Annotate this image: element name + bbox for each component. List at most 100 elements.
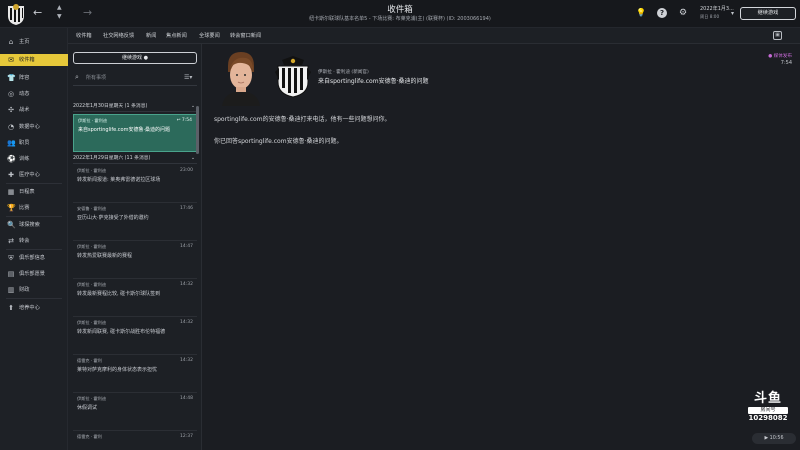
room-label: 房间号 [748, 407, 788, 414]
message-time: 23:00 [180, 168, 193, 173]
search-input[interactable] [86, 73, 176, 83]
sidebar-divider [6, 183, 62, 184]
sidebar-item-data-hub[interactable]: ◔ 数据中心 [0, 121, 68, 133]
list-item[interactable]: 伊斯拉 · 霍利迪 14:32 转发最新赛程比较, 碰卡斯尔球队签到 [73, 279, 197, 317]
home-icon: ⌂ [8, 38, 14, 46]
sidebar-item-medical[interactable]: ✚ 医疗中心 [0, 169, 68, 181]
message-time: 14:32 [180, 282, 193, 287]
sidebar-item-inbox[interactable]: ✉ 收件箱 [0, 54, 68, 66]
sidebar-item-transfers[interactable]: ⇄ 转会 [0, 235, 68, 247]
list-item[interactable]: 安德鲁 · 霍利迪 17:46 亚历山大·萨克接受了外借的邀约 [73, 203, 197, 241]
message-time: 12:37 [180, 434, 193, 439]
sidebar-item-label: 俱乐部愿景 [19, 271, 45, 277]
sidebar-item-label: 财政 [19, 287, 30, 293]
list-item[interactable]: 德雷克 · 霍利 12:37 [73, 431, 197, 450]
message-subject: 莱特对萨克摩利的身体状态表示担忧 [77, 367, 158, 373]
schedule-icon: ▦ [7, 188, 15, 196]
list-item[interactable]: 伊斯拉 · 霍利迪 14:47 转发热爱联赛最新的赛程 [73, 241, 197, 279]
sidebar-item-scouting[interactable]: 🔍 球探搜索 [0, 219, 68, 231]
time-text: 周日 8:00 [700, 14, 720, 19]
transfers-icon: ⇄ [8, 237, 14, 245]
medical-icon: ✚ [8, 171, 14, 179]
date-group-header[interactable]: 2022年1月29日星期六 (11 条消息) ⌄ [73, 154, 197, 164]
sidebar-item-label: 比赛 [19, 205, 30, 211]
message-sender: 德雷克 · 霍利 [77, 358, 102, 363]
sidebar-item-training[interactable]: ⚽ 训练 [0, 153, 68, 165]
message-subject: 转发新闻联赛, 碰卡斯尔战胜布伦特福德 [77, 329, 166, 335]
message-title: 来自sportinglife.com安德鲁·桑迪的问题 [318, 78, 429, 85]
sidebar-item-label: 球探搜索 [19, 222, 40, 228]
continue-button[interactable]: 继续游戏 [740, 7, 796, 20]
sidebar-divider [6, 249, 62, 250]
sidebar-item-squad[interactable]: 👕 阵容 [0, 72, 68, 84]
club-info-icon: ⛨ [8, 254, 14, 262]
tab-news[interactable]: 新闻 [146, 28, 156, 44]
list-item[interactable]: 伊斯拉 · 霍利迪 14:32 转发新闻联赛, 碰卡斯尔战胜布伦特福德 [73, 317, 197, 355]
continue-game-button[interactable]: 继续游戏 ● [73, 52, 197, 64]
search-icon: ⌕ [75, 73, 79, 81]
sender-avatar[interactable] [220, 48, 262, 106]
sidebar-item-label: 培养中心 [19, 305, 40, 311]
message-sender: 安德鲁 · 霍利迪 [77, 206, 107, 211]
room-id: 10298082 [748, 414, 788, 422]
list-item[interactable]: 伊斯拉 · 霍利迪 14:48 休假调试 [73, 393, 197, 431]
staff-icon: 👥 [7, 139, 16, 147]
sidebar: ⌂ 主页 ✉ 收件箱 👕 阵容 ◎ 动态 ✣ 战术 ◔ 数据中心 👥 职员 ⚽ 训练 ✚ 医疗中心… [0, 28, 68, 450]
message-sender: 德雷克 · 霍利 [77, 434, 102, 439]
sidebar-item-tactics[interactable]: ✣ 战术 [0, 104, 68, 116]
calendar-icon[interactable]: ▣ [773, 31, 782, 40]
list-item[interactable]: 伊斯拉 · 霍利迪 ↩ 7:54 来自sportinglife.com安德鲁·桑… [73, 114, 197, 152]
scrollbar[interactable] [196, 106, 199, 154]
sidebar-item-finances[interactable]: ▥ 财政 [0, 284, 68, 296]
sidebar-item-label: 阵容 [19, 75, 30, 81]
continue-label: 继续游戏 [122, 55, 143, 61]
sender-meta[interactable]: 伊斯拉 · 霍利迪 (新闻官) [318, 69, 369, 75]
message-time: 17:46 [180, 206, 193, 211]
bottom-status-pill[interactable]: ▶ 10:56 [752, 433, 796, 444]
tab-headline-news[interactable]: 焦点新闻 [166, 28, 187, 44]
game-date[interactable]: 2022年1月3... 周日 8:00 [700, 6, 734, 20]
media-release-badge: ● 媒体发布 [768, 54, 792, 59]
chevron-down-icon[interactable]: ▾ [731, 10, 734, 17]
help-icon[interactable]: ? [657, 8, 667, 18]
sidebar-item-label: 数据中心 [19, 124, 40, 130]
tab-transfer-window-news[interactable]: 转会窗口新闻 [230, 28, 261, 44]
sidebar-item-club-vision[interactable]: ▤ 俱乐部愿景 [0, 268, 68, 280]
sidebar-item-club-info[interactable]: ⛨ 俱乐部信息 [0, 252, 68, 264]
squad-icon: 👕 [7, 74, 16, 82]
sidebar-item-schedule[interactable]: ▦ 日程表 [0, 186, 68, 198]
message-sender: 伊斯拉 · 霍利迪 [77, 396, 107, 401]
competitions-icon: 🏆 [7, 204, 16, 212]
sidebar-item-label: 职员 [19, 140, 30, 146]
list-item[interactable]: 德雷克 · 霍利 14:32 莱特对萨克摩利的身体状态表示担忧 [73, 355, 197, 393]
sidebar-item-staff[interactable]: 👥 职员 [0, 137, 68, 149]
message-sender: 伊斯拉 · 霍利迪 [78, 118, 108, 123]
tab-world-news[interactable]: 全球要闻 [199, 28, 220, 44]
sidebar-item-dynamics[interactable]: ◎ 动态 [0, 88, 68, 100]
inbox-tabs: 收件箱 社交网络反馈 新闻 焦点新闻 全球要闻 转会窗口新闻 ▣ [68, 28, 800, 44]
sidebar-item-label: 动态 [19, 91, 30, 97]
message-subject: 来自sportinglife.com安德鲁·桑迪的问题 [78, 127, 171, 133]
filter-icon[interactable]: ☰▾ [184, 74, 192, 81]
sidebar-item-label: 日程表 [19, 189, 35, 195]
list-item[interactable]: 伊斯拉 · 霍利迪 23:00 转发新闻报道: 莱奥弗雷德诺拉区球场 [73, 165, 197, 203]
sidebar-item-development[interactable]: ⬆ 培养中心 [0, 302, 68, 314]
inbox-icon: ✉ [8, 56, 14, 64]
sidebar-item-home[interactable]: ⌂ 主页 [0, 36, 68, 48]
sidebar-item-label: 训练 [19, 156, 30, 162]
date-group-header[interactable]: 2022年1月30日星期天 (1 条消息) ⌄ [73, 102, 197, 112]
message-subject: 休假调试 [77, 405, 98, 411]
scouting-icon: 🔍 [7, 221, 16, 229]
message-time-text: 7:54 [181, 118, 192, 123]
group-header-label: 2022年1月30日星期天 (1 条消息) [73, 104, 148, 109]
sidebar-item-competitions[interactable]: 🏆 比赛 [0, 202, 68, 214]
search-row: ⌕ ☰▾ [73, 72, 197, 86]
club-vision-icon: ▤ [7, 270, 15, 278]
top-bar: ← ▲ ▼ → 收件箱 纽卡斯尔联球队基本名单5 - 下场比赛: 布莱克浦(主) … [0, 0, 800, 28]
message-reader: 伊斯拉 · 霍利迪 (新闻官) 来自sportinglife.com安德鲁·桑迪… [202, 44, 800, 450]
tab-inbox[interactable]: 收件箱 [76, 28, 92, 44]
tab-social-feedback[interactable]: 社交网络反馈 [103, 28, 134, 44]
dynamics-icon: ◎ [7, 90, 15, 98]
bulb-icon[interactable]: 💡 [636, 8, 646, 18]
gear-icon[interactable]: ⚙ [678, 8, 688, 18]
